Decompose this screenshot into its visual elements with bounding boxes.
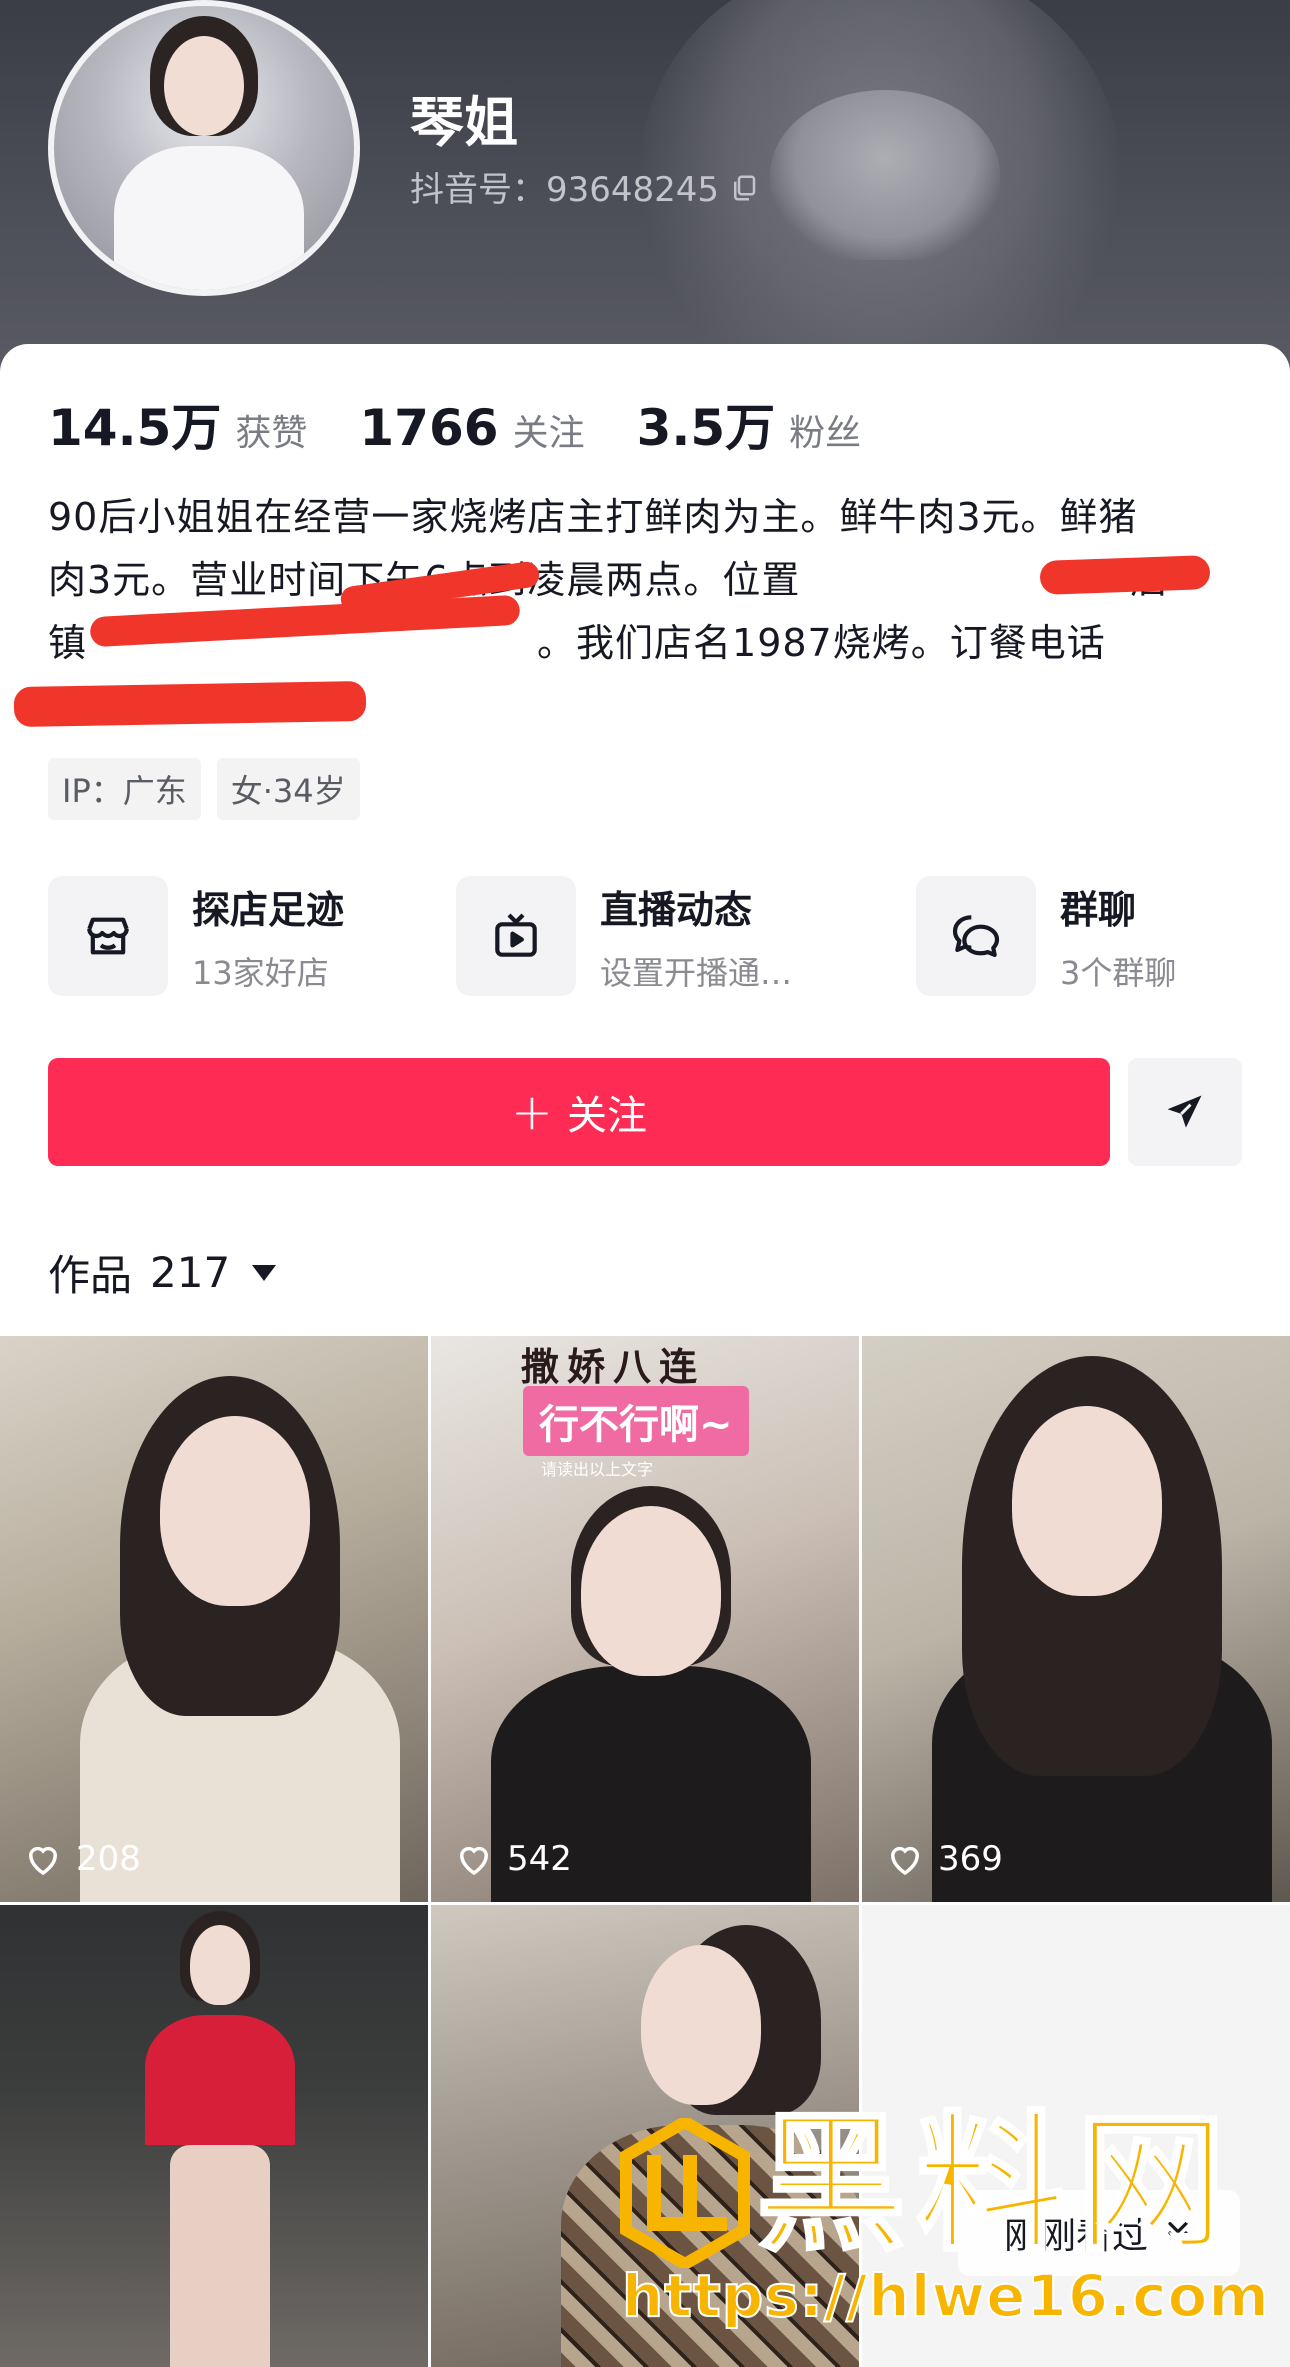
watermark-url: https://hlwe16.com: [621, 2261, 1270, 2331]
stat-followers[interactable]: 3.5万 粉丝: [637, 388, 862, 460]
video-likes: 208: [22, 1838, 141, 1880]
video-tile[interactable]: 撒娇八连 行不行啊~ 请读出以上文字 542: [431, 1336, 859, 1902]
stat-likes[interactable]: 14.5万 获赞: [48, 388, 307, 460]
video-thumbnail-face: [160, 1416, 310, 1606]
bio-line-3-text: 镇: [48, 621, 88, 665]
profile-card: 14.5万 获赞 1766 关注 3.5万 粉丝 90后小姐姐在经营一家烧烤店主…: [0, 344, 1290, 2367]
profile-name: 琴姐: [410, 91, 518, 154]
douyin-id-text: 抖音号：93648245: [410, 170, 720, 210]
video-thumbnail-face: [1012, 1406, 1162, 1596]
douyin-id: 抖音号：93648245: [410, 162, 759, 211]
redaction-mark: [1039, 555, 1211, 595]
chat-bubbles-icon: [916, 876, 1036, 996]
avatar-figure-face: [164, 36, 244, 136]
video-thumbnail-legs: [170, 2145, 270, 2367]
caret-down-icon: [252, 1264, 277, 1281]
heart-icon: [890, 1846, 920, 1876]
works-count: 217: [150, 1248, 231, 1297]
stat-followers-label: 粉丝: [789, 413, 862, 454]
copy-icon[interactable]: [729, 172, 759, 202]
stat-likes-label: 获赞: [235, 413, 308, 454]
heart-icon: [459, 1846, 489, 1876]
follow-button[interactable]: + 关注: [48, 1058, 1110, 1166]
watermark-logo: [620, 2118, 750, 2268]
stat-likes-value: 14.5万: [48, 399, 222, 457]
profile-tags: IP：广东 女·34岁: [48, 758, 360, 820]
video-overlay-note: 请读出以上文字: [541, 1460, 654, 1479]
video-thumbnail-face: [581, 1506, 721, 1676]
video-thumbnail-figure: [145, 2015, 295, 2145]
bio-line-3-tail: 。我们店名1987烧烤。订餐电话: [537, 621, 1106, 665]
video-overlay-title: 撒娇八连: [521, 1345, 706, 1389]
avatar-figure-dress: [114, 146, 304, 290]
stat-following-value: 1766: [359, 399, 499, 457]
video-overlay-caption: 行不行啊~: [523, 1386, 749, 1456]
video-likes-count: 542: [507, 1839, 572, 1879]
shortcut-store-title: 探店足迹: [192, 887, 345, 932]
store-icon: [48, 876, 168, 996]
stat-following[interactable]: 1766 关注: [359, 399, 584, 457]
shortcut-live-title: 直播动态: [600, 887, 753, 932]
shortcut-live-subtitle: 设置开播通…: [600, 953, 793, 992]
follow-button-label: 关注: [566, 1093, 647, 1139]
shortcut-row: 探店足迹 13家好店 直播动态 设置开播通… 群聊 3个群聊: [48, 876, 1248, 998]
shortcut-group-subtitle: 3个群聊: [1060, 953, 1177, 992]
tag-gender-age: 女·34岁: [216, 758, 360, 820]
video-tile[interactable]: 208: [0, 1336, 428, 1902]
send-icon: [1167, 1095, 1202, 1128]
works-tab[interactable]: 作品 217: [48, 1242, 277, 1303]
stat-following-label: 关注: [512, 413, 585, 454]
shortcut-group-chat[interactable]: 群聊 3个群聊: [916, 876, 1176, 996]
video-likes: 542: [453, 1838, 572, 1880]
video-thumbnail-face: [190, 1925, 250, 2005]
video-tile[interactable]: 369: [862, 1336, 1290, 1902]
share-button[interactable]: [1128, 1058, 1242, 1166]
redaction-mark: [13, 680, 367, 728]
video-likes-count: 369: [938, 1839, 1003, 1879]
bio-line-1: 90后小姐姐在经营一家烧烤店主打鲜肉为主。鲜牛肉3元。鲜猪: [48, 495, 1138, 539]
profile-header: 琴姐 抖音号：93648245: [0, 0, 1290, 380]
video-tile[interactable]: [0, 1905, 428, 2367]
heart-icon: [28, 1846, 58, 1876]
shortcut-group-title: 群聊: [1060, 887, 1137, 932]
avatar[interactable]: [48, 0, 360, 296]
stats-row: 14.5万 获赞 1766 关注 3.5万 粉丝: [48, 388, 913, 460]
video-likes-count: 208: [76, 1839, 141, 1879]
video-likes: 369: [884, 1838, 1003, 1880]
shortcut-store-visits[interactable]: 探店足迹 13家好店: [48, 876, 344, 996]
plus-icon: +: [511, 1083, 553, 1141]
video-thumbnail-face: [641, 1945, 761, 2105]
shortcut-store-subtitle: 13家好店: [192, 953, 329, 992]
shortcut-live-updates[interactable]: 直播动态 设置开播通…: [456, 876, 792, 996]
works-label: 作品: [48, 1251, 133, 1300]
watermark-title: 黑料网: [754, 2098, 1237, 2272]
tag-ip: IP：广东: [48, 758, 201, 820]
tv-icon: [456, 876, 576, 996]
stat-followers-value: 3.5万: [636, 399, 776, 457]
